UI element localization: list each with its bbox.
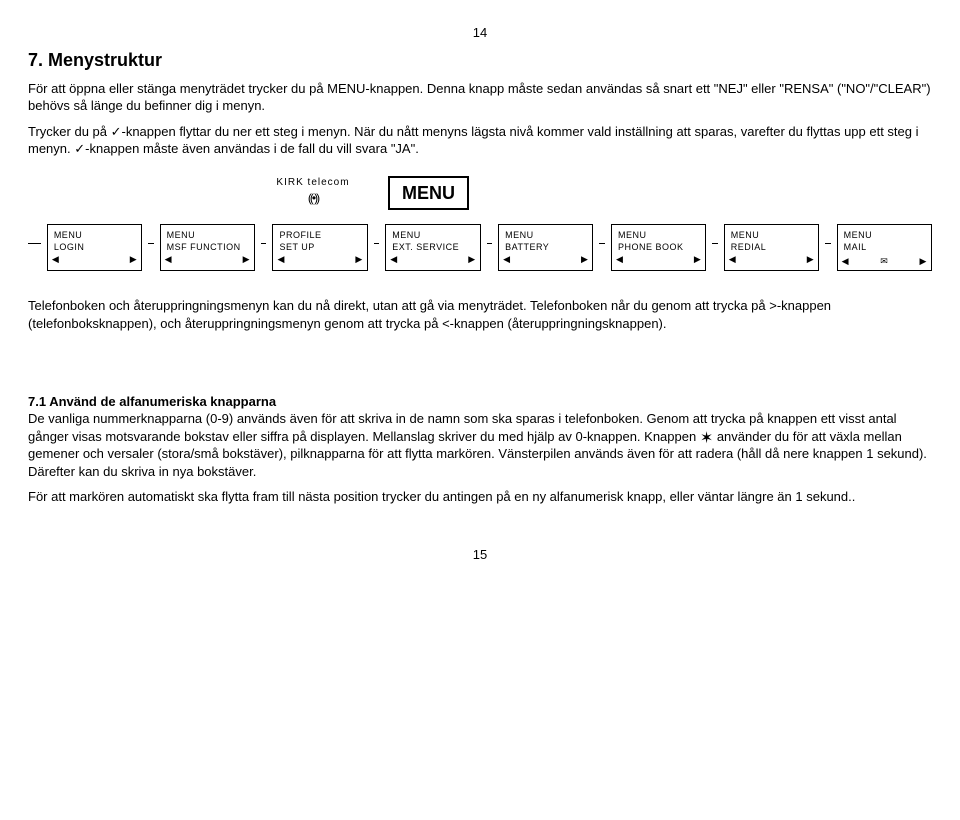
menu-card-line2: MAIL — [844, 241, 925, 253]
triangle-left-icon: ◀ — [842, 257, 849, 266]
diagram-connector — [28, 243, 41, 244]
menu-card-line1: MENU — [505, 229, 586, 241]
menu-diagram: KIRK telecom ((•)) MENU MENULOGIN◀▶MENUM… — [28, 176, 932, 271]
menu-card-line1: MENU — [618, 229, 699, 241]
triangle-left-icon: ◀ — [277, 255, 284, 264]
menu-card: MENUREDIAL ◀ ▶ — [724, 224, 819, 271]
triangle-right-icon: ▶ — [920, 257, 927, 266]
menu-card: MENUEXT. SERVICE ◀ ▶ — [385, 224, 480, 271]
section-7-1-text-c: För att markören automatiskt ska flytta … — [28, 488, 932, 506]
menu-card: PROFILESET UP ◀ ▶ — [272, 224, 367, 271]
menu-card-line2: BATTERY — [505, 241, 586, 253]
triangle-right-icon: ▶ — [130, 255, 137, 264]
star-icon: ✶ — [700, 430, 713, 447]
menu-card: MENUBATTERY ◀ ▶ — [498, 224, 593, 271]
menu-card: MENUPHONE BOOK ◀ ▶ — [611, 224, 706, 271]
menu-card: MENUMSF FUNCTION ◀ ▶ — [160, 224, 255, 271]
triangle-left-icon: ◀ — [165, 255, 172, 264]
menu-card-line2: PHONE BOOK — [618, 241, 699, 253]
triangle-right-icon: ▶ — [807, 255, 814, 264]
menu-card-line2: EXT. SERVICE — [392, 241, 473, 253]
menu-card-line1: MENU — [392, 229, 473, 241]
triangle-right-icon: ▶ — [243, 255, 250, 264]
phonebook-paragraph: Telefonboken och återuppringningsmenyn k… — [28, 297, 932, 332]
triangle-right-icon: ▶ — [694, 255, 701, 264]
mail-icon: ✉ — [849, 255, 920, 267]
signal-icon: ((•)) — [258, 190, 368, 206]
intro-paragraph-1: För att öppna eller stänga menyträdet tr… — [28, 80, 932, 115]
brand-label: KIRK telecom — [258, 176, 368, 190]
page-number-bottom: 15 — [28, 546, 932, 564]
menu-card-line1: PROFILE — [279, 229, 360, 241]
menu-card-line2: LOGIN — [54, 241, 135, 253]
triangle-right-icon: ▶ — [355, 255, 362, 264]
section-7-1-title: 7.1 Använd de alfanumeriska knapparna — [28, 394, 276, 409]
diagram-connector — [825, 243, 830, 244]
diagram-connector — [712, 243, 717, 244]
menu-card: MENULOGIN ◀ ▶ — [47, 224, 142, 271]
section-title: 7. Menystruktur — [28, 48, 932, 72]
triangle-left-icon: ◀ — [503, 255, 510, 264]
triangle-right-icon: ▶ — [581, 255, 588, 264]
menu-card-line1: MENU — [167, 229, 248, 241]
diagram-connector — [374, 243, 379, 244]
menu-card-line1: MENU — [54, 229, 135, 241]
triangle-right-icon: ▶ — [468, 255, 475, 264]
menu-card-line1: MENU — [731, 229, 812, 241]
triangle-left-icon: ◀ — [52, 255, 59, 264]
page-number-top: 14 — [28, 24, 932, 42]
menu-box: MENU — [388, 176, 469, 210]
menu-card: MENUMAIL ◀✉▶ — [837, 224, 932, 271]
menu-card-line2: SET UP — [279, 241, 360, 253]
menu-card-line2: REDIAL — [731, 241, 812, 253]
menu-card-line1: MENU — [844, 229, 925, 241]
triangle-left-icon: ◀ — [616, 255, 623, 264]
diagram-connector — [261, 243, 266, 244]
triangle-left-icon: ◀ — [729, 255, 736, 264]
diagram-connector — [599, 243, 604, 244]
diagram-connector — [487, 243, 492, 244]
triangle-left-icon: ◀ — [390, 255, 397, 264]
intro-paragraph-2: Trycker du på ✓-knappen flyttar du ner e… — [28, 123, 932, 158]
menu-card-line2: MSF FUNCTION — [167, 241, 248, 253]
diagram-connector — [148, 243, 153, 244]
